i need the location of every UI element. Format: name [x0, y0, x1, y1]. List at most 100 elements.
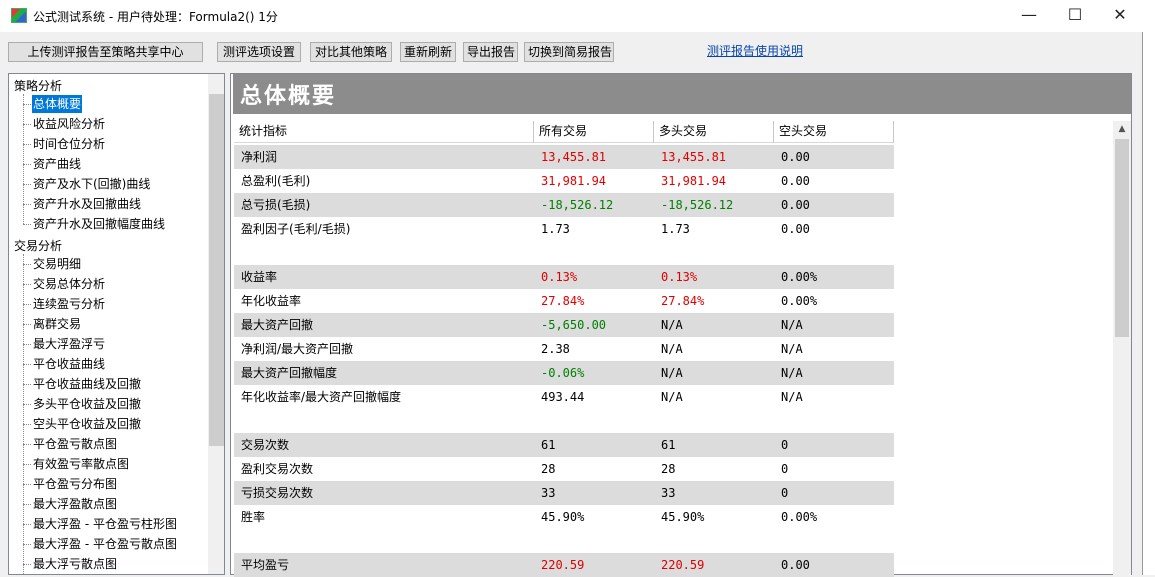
tree-item[interactable]: 最大浮亏散点图 [32, 555, 118, 573]
value-short [774, 409, 894, 433]
column-header-short[interactable]: 空头交易 [774, 121, 894, 143]
tree-item[interactable]: 交易总体分析 [32, 275, 106, 293]
tree-group-strategy[interactable]: 策略分析 [14, 77, 62, 94]
tree-item[interactable]: 总体概要 [32, 95, 83, 113]
value-all: 2.38 [541, 342, 570, 356]
tree-item[interactable]: 多头平仓收益及回撤 [32, 395, 142, 413]
value-all [534, 529, 654, 553]
tree-connector [23, 144, 31, 145]
tree-connector [23, 164, 31, 165]
value-long [654, 409, 774, 433]
table-row [234, 241, 1114, 265]
column-header-all[interactable]: 所有交易 [534, 121, 654, 143]
tree-item[interactable]: 平仓收益曲线及回撤 [32, 375, 142, 393]
value-all [534, 409, 654, 433]
close-button[interactable]: ✕ [1097, 0, 1143, 32]
value-short: 0.00 [781, 222, 810, 236]
compare-strategy-button[interactable]: 对比其他策略 [310, 42, 392, 62]
value-long: 61 [661, 438, 676, 452]
metric-label: 年化收益率 [241, 294, 302, 308]
tree-item[interactable]: 资产升水及回撤曲线 [32, 195, 142, 213]
value-long: 1.73 [661, 222, 690, 236]
export-report-button[interactable]: 导出报告 [463, 42, 518, 62]
tree-item[interactable]: 最大浮盈 - 平仓盈亏柱形图 [32, 515, 178, 533]
minimize-button[interactable]: — [1006, 0, 1052, 32]
value-long: 31,981.94 [661, 174, 727, 188]
metric-label: 净利润 [241, 150, 278, 164]
value-all: 33 [541, 486, 556, 500]
metric-label: 盈利交易次数 [241, 462, 314, 476]
value-short: N/A [781, 318, 803, 332]
tree-item[interactable]: 平仓收益曲线 [32, 355, 106, 373]
table-row [234, 409, 1114, 433]
value-short: 0 [781, 486, 789, 500]
value-long [654, 529, 774, 553]
tree-connector [23, 444, 31, 445]
tree-item[interactable]: 收益风险分析 [32, 115, 106, 133]
tree-connector [23, 404, 31, 405]
tree-item[interactable]: 资产曲线 [32, 155, 82, 173]
report-help-link[interactable]: 测评报告使用说明 [707, 42, 803, 59]
value-long: 33 [661, 486, 676, 500]
tree-connector [23, 104, 31, 105]
value-short: N/A [781, 390, 803, 404]
value-long [654, 241, 774, 265]
metric-label: 总盈利(毛利) [241, 174, 311, 188]
tree-item[interactable]: 最大浮盈散点图 [32, 495, 118, 513]
report-panel: 总体概要 统计指标 所有交易 多头交易 空头交易 净利润 13,455.81 13,… [230, 73, 1132, 577]
metric-label [234, 241, 534, 265]
tree-item[interactable]: 有效盈亏率散点图 [32, 455, 130, 473]
value-all: 27.84% [541, 294, 585, 308]
table-row [234, 529, 1114, 553]
metric-label: 亏损交易次数 [241, 486, 314, 500]
report-title: 总体概要 [240, 84, 337, 109]
switch-simple-report-button[interactable]: 切换到简易报告 [524, 42, 614, 62]
test-options-button[interactable]: 测评选项设置 [217, 42, 301, 62]
tree-item[interactable]: 时间仓位分析 [32, 135, 106, 153]
table-row: 总盈利(毛利) 31,981.94 31,981.94 0.00 [234, 169, 1114, 193]
tree-item[interactable]: 平仓盈亏散点图 [32, 435, 118, 453]
metric-label: 总亏损(毛损) [241, 198, 311, 212]
value-all: -5,650.00 [541, 318, 607, 332]
column-header-metric[interactable]: 统计指标 [234, 121, 534, 143]
value-long: N/A [661, 318, 683, 332]
table-header: 统计指标 所有交易 多头交易 空头交易 [234, 121, 894, 143]
tree-item[interactable]: 资产及水下(回撤)曲线 [32, 175, 151, 193]
table-row: 总亏损(毛损) -18,526.12 -18,526.12 0.00 [234, 193, 894, 217]
value-all: 28 [541, 462, 556, 476]
tree-connector [23, 304, 31, 305]
tree-item[interactable]: 连续盈亏分析 [32, 295, 106, 313]
tree-item[interactable]: 最大浮盈 - 平仓盈亏散点图 [32, 535, 178, 553]
metric-label: 胜率 [241, 510, 266, 524]
scroll-up-arrow-icon[interactable]: ▲ [1113, 121, 1131, 138]
tree-connector [23, 564, 31, 565]
tree-scroll-thumb[interactable] [209, 94, 224, 446]
upload-report-button[interactable]: 上传测评报告至策略共享中心 [8, 42, 203, 62]
tree-item[interactable]: 平仓盈亏分布图 [32, 475, 118, 493]
metric-label: 最大资产回撤幅度 [241, 366, 338, 380]
metric-label: 收益率 [241, 270, 278, 284]
report-scroll-thumb[interactable] [1115, 139, 1129, 337]
table-row: 盈利因子(毛利/毛损) 1.73 1.73 0.00 [234, 217, 1114, 241]
tree-item[interactable]: 空头平仓收益及回撤 [32, 415, 142, 433]
tree-item[interactable]: 资产升水及回撤幅度曲线 [32, 215, 166, 233]
tree-group-trades[interactable]: 交易分析 [14, 237, 62, 254]
tree-item[interactable]: 最大浮盈浮亏 [32, 335, 106, 353]
value-all: 220.59 [541, 558, 585, 572]
tree-connector [23, 264, 31, 265]
stats-table-body: 净利润 13,455.81 13,455.81 0.00 总盈利(毛利) 31,981.9… [234, 145, 1114, 577]
table-row: 年化收益率/最大资产回撤幅度 493.44 N/A N/A [234, 385, 1114, 409]
metric-label [234, 529, 534, 553]
tree-connector [23, 224, 31, 225]
background-area [1143, 0, 1155, 575]
metric-label: 年化收益率/最大资产回撤幅度 [241, 390, 402, 404]
tree-item[interactable]: 交易明细 [32, 255, 82, 273]
value-short: N/A [781, 366, 803, 380]
refresh-button[interactable]: 重新刷新 [400, 42, 456, 62]
value-short: 0.00 [781, 150, 810, 164]
column-header-long[interactable]: 多头交易 [654, 121, 774, 143]
maximize-button[interactable]: ☐ [1052, 0, 1098, 32]
value-long: 27.84% [661, 294, 705, 308]
tree-item[interactable]: 离群交易 [32, 315, 82, 333]
value-all: 31,981.94 [541, 174, 607, 188]
